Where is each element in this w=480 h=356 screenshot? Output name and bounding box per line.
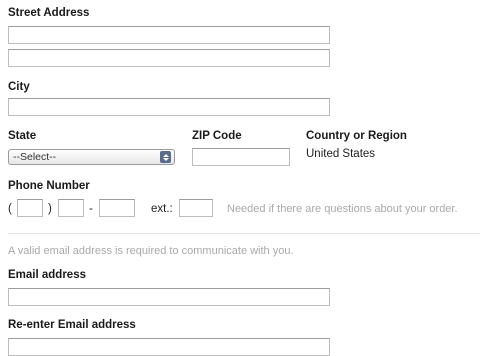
phone-dash: - xyxy=(89,203,93,215)
reenter-email-label: Re-enter Email address xyxy=(8,319,136,331)
email-address-label: Email address xyxy=(8,269,86,281)
phone-close-paren: ) xyxy=(48,203,52,215)
street-address-line1-input[interactable] xyxy=(8,26,330,44)
street-address-label: Street Address xyxy=(8,7,90,19)
phone-open-paren: ( xyxy=(8,203,12,215)
zip-code-label: ZIP Code xyxy=(192,130,242,142)
country-region-label: Country or Region xyxy=(306,130,407,142)
reenter-email-input[interactable] xyxy=(8,338,330,356)
phone-hint-text: Needed if there are questions about your… xyxy=(227,203,458,215)
state-select-value: --Select-- xyxy=(13,151,57,163)
state-select[interactable]: --Select-- xyxy=(8,149,175,165)
street-address-line2-input[interactable] xyxy=(8,49,330,67)
phone-line-number-input[interactable] xyxy=(99,199,135,217)
city-input[interactable] xyxy=(8,98,330,116)
country-region-value: United States xyxy=(306,148,376,160)
phone-number-label: Phone Number xyxy=(8,180,90,192)
email-address-input[interactable] xyxy=(8,288,330,306)
section-divider xyxy=(8,233,480,234)
state-label: State xyxy=(8,130,37,142)
city-label: City xyxy=(8,81,30,93)
phone-extension-input[interactable] xyxy=(179,199,213,217)
phone-prefix-input[interactable] xyxy=(58,199,84,217)
phone-ext-label: ext.: xyxy=(151,203,173,215)
phone-area-code-input[interactable] xyxy=(17,199,43,217)
select-arrows-icon xyxy=(160,151,171,163)
zip-code-input[interactable] xyxy=(192,148,290,166)
email-notice-text: A valid email address is required to com… xyxy=(8,245,294,257)
